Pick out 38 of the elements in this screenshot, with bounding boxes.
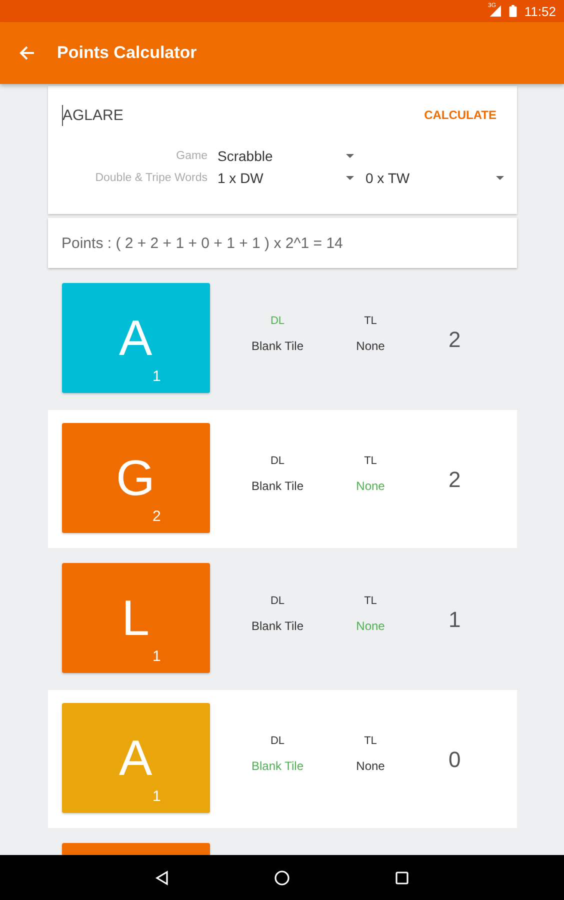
letter-tile: G 2	[62, 423, 210, 533]
tile-row[interactable]: G 2 DL TL Blank Tile None 2	[48, 410, 516, 548]
triple-letter-option[interactable]: TL	[364, 735, 377, 747]
blank-tile-option[interactable]: Blank Tile	[251, 479, 304, 493]
triple-letter-option[interactable]: TL	[364, 455, 377, 467]
letter-tile: A 1	[62, 283, 210, 393]
none-option[interactable]: None	[356, 339, 385, 353]
letter-tile: A 1	[62, 703, 210, 813]
triple-letter-option[interactable]: TL	[364, 315, 377, 327]
double-letter-option[interactable]: DL	[270, 735, 285, 747]
game-dropdown[interactable]: Scrabble	[218, 148, 356, 164]
double-letter-option[interactable]: DL	[270, 595, 285, 607]
clock: 11:52	[524, 4, 556, 18]
back-icon[interactable]	[154, 870, 170, 886]
tile-score: 1	[448, 607, 461, 633]
triple-word-dropdown[interactable]: 0 x TW	[366, 170, 506, 186]
double-letter-option[interactable]: DL	[270, 455, 285, 467]
points-formula: Points : ( 2 + 2 + 1 + 0 + 1 + 1 ) x 2^1 = 14	[62, 234, 343, 252]
back-arrow-icon[interactable]	[19, 45, 35, 61]
none-option[interactable]: None	[356, 759, 385, 773]
letter-tile: L 1	[62, 563, 210, 673]
tile-row[interactable]: A 1 DL TL Blank Tile None 2	[48, 270, 516, 408]
word-input-field[interactable]: AGLARE	[62, 104, 202, 126]
tile-score: 2	[448, 327, 461, 353]
screen-title: Points Calculator	[57, 43, 197, 63]
home-icon[interactable]	[274, 870, 290, 886]
game-label: Game	[175, 150, 208, 162]
tile-row[interactable]: L 1 DL TL Blank Tile None 1	[48, 550, 516, 688]
tile-row[interactable]: A 1 DL TL Blank Tile None 0	[48, 690, 516, 828]
double-word-dropdown[interactable]: 1 x DW	[218, 170, 356, 186]
blank-tile-option[interactable]: Blank Tile	[251, 619, 304, 633]
recent-apps-icon[interactable]	[394, 870, 410, 886]
tile-score: 2	[448, 467, 461, 493]
battery-icon	[509, 5, 518, 17]
blank-tile-option[interactable]: Blank Tile	[251, 339, 304, 353]
triple-letter-option[interactable]: TL	[364, 595, 377, 607]
tile-score: 0	[448, 747, 461, 773]
multipliers-label: Double & Tripe Words	[94, 172, 208, 184]
